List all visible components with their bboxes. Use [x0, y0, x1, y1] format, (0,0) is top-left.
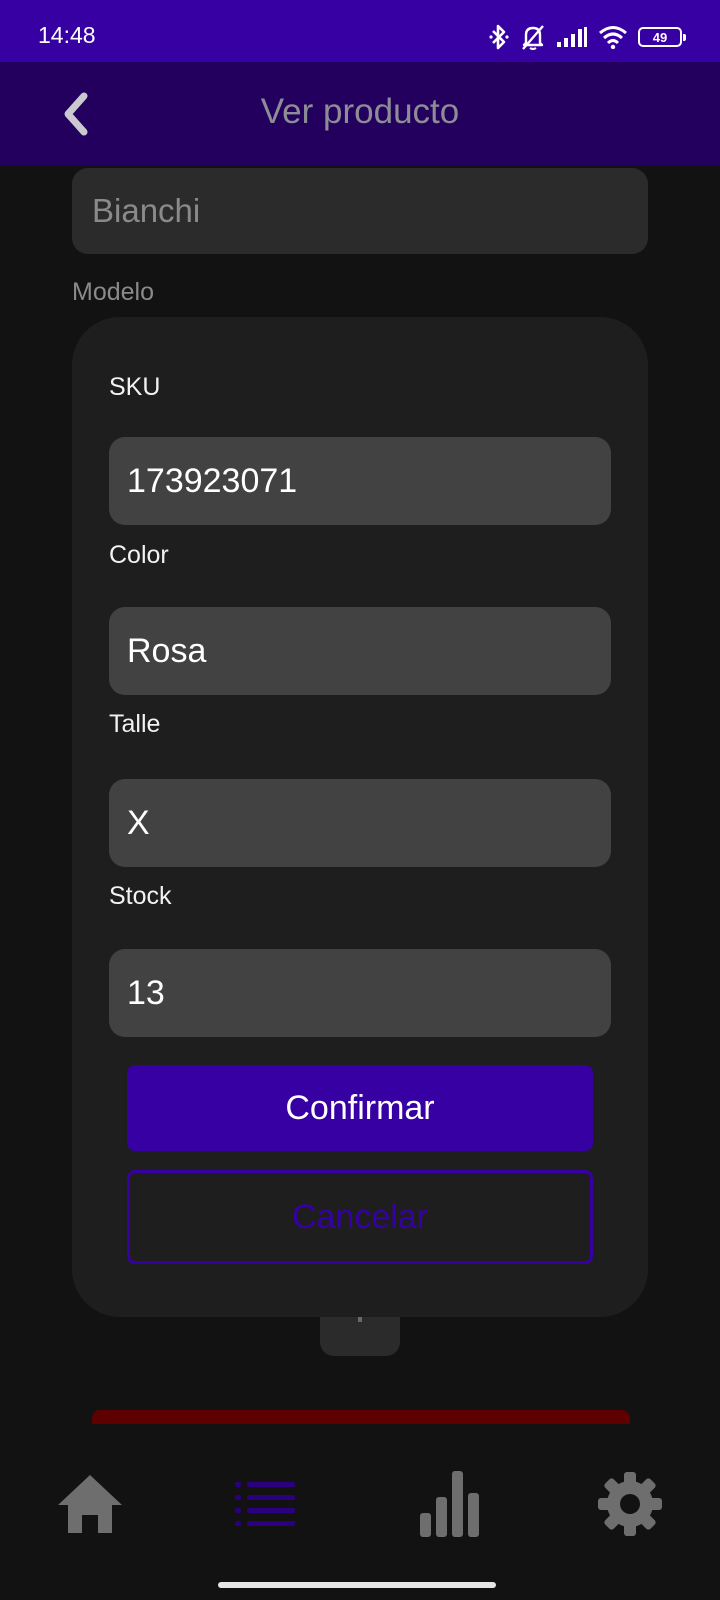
bell-off-icon	[522, 25, 544, 51]
app-bar: Ver producto	[0, 62, 720, 166]
list-icon	[235, 1482, 295, 1526]
nav-home[interactable]	[50, 1464, 130, 1544]
brand-field[interactable]: Bianchi	[72, 168, 648, 254]
size-label: Talle	[109, 710, 161, 738]
status-time: 14:48	[38, 22, 96, 48]
status-bar: 14:48 49	[0, 0, 720, 62]
cancel-button[interactable]: Cancelar	[127, 1170, 593, 1264]
model-label: Modelo	[72, 278, 154, 306]
status-icons: 49	[488, 20, 686, 54]
confirm-button[interactable]: Confirmar	[127, 1065, 593, 1151]
stock-label: Stock	[109, 882, 172, 910]
bottom-nav	[0, 1424, 720, 1570]
brand-field-value: Bianchi	[92, 192, 201, 229]
stock-field[interactable]	[109, 949, 611, 1037]
home-indicator[interactable]	[218, 1582, 496, 1588]
nav-list[interactable]	[225, 1464, 305, 1544]
gear-icon	[598, 1472, 662, 1536]
battery-level: 49	[652, 29, 668, 45]
size-field[interactable]	[109, 779, 611, 867]
bar-chart-icon	[420, 1471, 479, 1537]
color-field[interactable]	[109, 607, 611, 695]
nav-stats[interactable]	[410, 1464, 490, 1544]
battery-icon: 49	[638, 27, 686, 47]
bluetooth-icon	[489, 24, 509, 50]
sku-field[interactable]	[109, 437, 611, 525]
edit-variant-dialog: SKU Color Talle Stock Confirmar Cancelar	[72, 317, 648, 1317]
sku-label: SKU	[109, 373, 161, 401]
delete-button[interactable]	[92, 1410, 630, 1424]
page-title: Ver producto	[260, 92, 460, 131]
color-label: Color	[109, 541, 169, 569]
home-icon	[58, 1475, 122, 1533]
nav-settings[interactable]	[590, 1464, 670, 1544]
signal-icon	[557, 27, 587, 47]
wifi-icon	[599, 26, 627, 49]
